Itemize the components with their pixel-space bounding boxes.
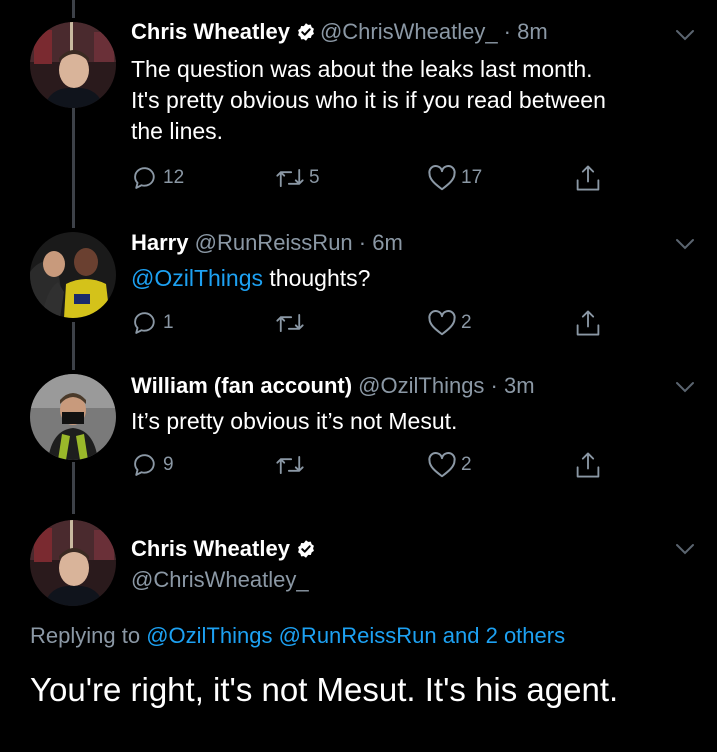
chevron-down-icon[interactable] (675, 380, 695, 394)
handle[interactable]: @ChrisWheatley_ (320, 19, 498, 44)
like-count: 17 (461, 167, 483, 188)
reply-button[interactable]: 1 (131, 308, 174, 338)
heart-icon (428, 165, 456, 191)
tweet-text: @OzilThings thoughts? (131, 263, 691, 294)
replying-to-label: Replying to (30, 623, 141, 648)
display-name[interactable]: Chris Wheatley (131, 19, 290, 44)
avatar[interactable] (30, 520, 116, 606)
tweet-handle-row: @ChrisWheatley_ (131, 566, 309, 594)
chevron-down-icon[interactable] (675, 237, 695, 251)
reply-button[interactable]: 9 (131, 450, 174, 480)
separator-dot: · (352, 230, 373, 255)
display-name[interactable]: Chris Wheatley (131, 536, 290, 561)
handle[interactable]: @ChrisWheatley_ (131, 567, 309, 592)
tweet-header: Chris Wheatley @ChrisWheatley_ · 8m (131, 18, 548, 46)
tweet-text-line: The question was about the leaks last mo… (131, 56, 593, 82)
avatar-photo (30, 22, 116, 108)
tweet-text-line: It's pretty obvious who it is if you rea… (131, 87, 606, 113)
handle[interactable]: @RunReissRun (195, 230, 353, 255)
mention-link[interactable]: @OzilThings (131, 265, 263, 291)
replying-to-line: Replying to @OzilThings @RunReissRun and… (30, 623, 565, 649)
share-button[interactable] (574, 163, 602, 193)
like-count: 2 (461, 312, 472, 333)
tweet-text-content: thoughts? (263, 265, 371, 291)
verified-badge-icon (298, 540, 314, 558)
share-icon (576, 452, 600, 478)
avatar-photo (30, 520, 116, 606)
reply-icon (134, 167, 155, 189)
heart-icon (428, 310, 456, 336)
retweet-button[interactable] (275, 450, 305, 480)
tweet-header: Harry @RunReissRun · 6m (131, 229, 403, 257)
retweet-button[interactable]: 5 (275, 163, 320, 193)
chevron-down-icon[interactable] (675, 28, 695, 42)
tweet-header: William (fan account) @OzilThings · 3m (131, 372, 535, 400)
share-icon (576, 165, 600, 191)
tweet[interactable]: Chris Wheatley @ChrisWheatley_ · 8m The q… (0, 0, 717, 200)
like-count: 2 (461, 454, 472, 475)
timestamp[interactable]: 3m (504, 373, 535, 398)
replying-to-others[interactable]: and 2 others (443, 623, 565, 648)
separator-dot: · (497, 19, 518, 44)
display-name[interactable]: William (fan account) (131, 373, 352, 398)
tweet-text: The question was about the leaks last mo… (131, 54, 691, 147)
avatar[interactable] (30, 232, 116, 318)
retweet-icon (276, 169, 304, 188)
like-button[interactable]: 2 (427, 308, 472, 338)
reply-icon (134, 312, 155, 334)
reply-icon (134, 454, 155, 476)
retweet-icon (276, 314, 304, 332)
avatar[interactable] (30, 374, 116, 460)
avatar-photo (30, 374, 116, 460)
replying-to-mention[interactable]: @OzilThings (146, 623, 272, 648)
tweet-text: It’s pretty obvious it’s not Mesut. (131, 406, 691, 437)
tweet-text-line: the lines. (131, 118, 224, 144)
tweet-header: Chris Wheatley (131, 535, 320, 563)
reply-count: 1 (163, 312, 174, 333)
handle[interactable]: @OzilThings (358, 373, 484, 398)
retweet-button[interactable] (275, 308, 305, 338)
tweet-text-content: It’s pretty obvious it’s not Mesut. (131, 408, 458, 434)
avatar-photo (30, 232, 116, 318)
reply-button[interactable]: 12 (131, 163, 184, 193)
tweet[interactable]: William (fan account) @OzilThings · 3m I… (0, 362, 717, 502)
tweet[interactable]: Harry @RunReissRun · 6m @OzilThings thou… (0, 222, 717, 362)
reply-count: 9 (163, 454, 174, 475)
like-button[interactable]: 17 (427, 163, 482, 193)
main-tweet-text: You're right, it's not Mesut. It's his a… (30, 671, 619, 708)
avatar[interactable] (30, 22, 116, 108)
retweet-count: 5 (309, 167, 320, 188)
display-name[interactable]: Harry (131, 230, 188, 255)
share-icon (576, 310, 600, 336)
reply-count: 12 (163, 167, 185, 188)
replying-to-mention[interactable]: @RunReissRun (279, 623, 437, 648)
timestamp[interactable]: 6m (372, 230, 403, 255)
heart-icon (428, 452, 456, 478)
separator-dot: · (484, 373, 504, 398)
retweet-icon (276, 456, 304, 474)
share-button[interactable] (574, 308, 602, 338)
chevron-down-icon[interactable] (675, 542, 695, 556)
verified-badge-icon (298, 23, 314, 41)
share-button[interactable] (574, 450, 602, 480)
like-button[interactable]: 2 (427, 450, 472, 480)
timestamp[interactable]: 8m (517, 19, 548, 44)
